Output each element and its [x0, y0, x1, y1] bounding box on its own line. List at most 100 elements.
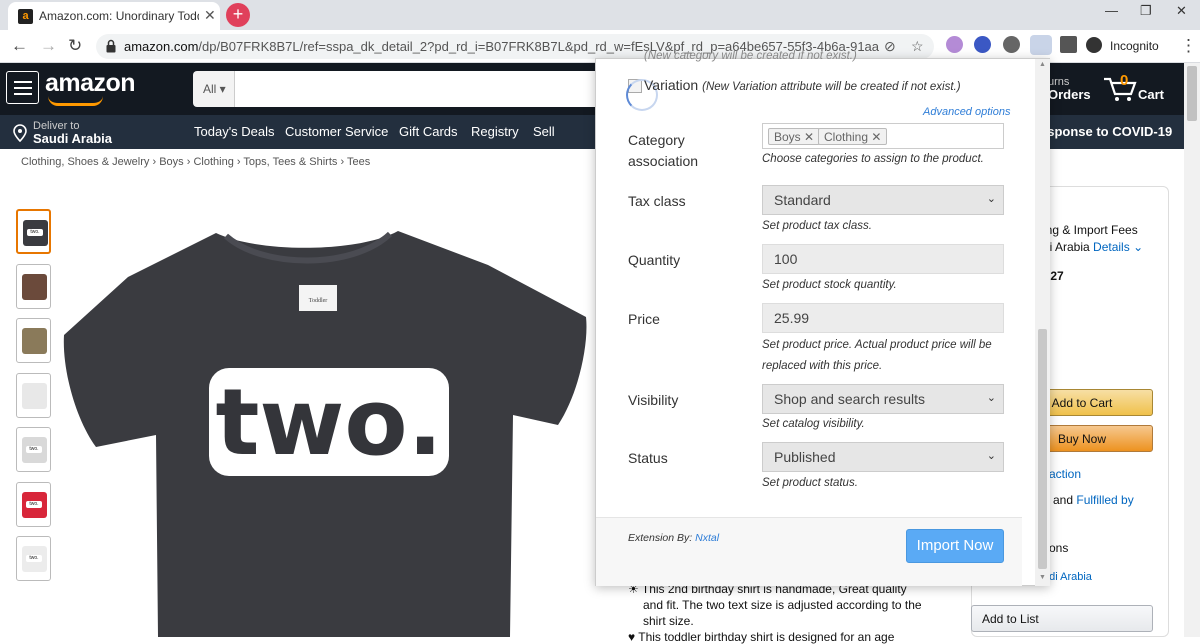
add-to-list-button[interactable]: Add to List [971, 605, 1153, 632]
breadcrumb-item[interactable]: Clothing, Shoes & Jewelry [21, 156, 149, 168]
product-thumbnail[interactable]: two. [16, 536, 51, 581]
product-thumbnail[interactable]: two. [16, 482, 51, 527]
extension-author-link[interactable]: Nxtal [695, 532, 719, 544]
tax-class-label: Tax class [628, 193, 686, 209]
scroll-down-arrow-icon[interactable]: ▼ [1039, 574, 1046, 581]
page-scrollbar-thumb[interactable] [1187, 66, 1197, 121]
cart-label[interactable]: Cart [1138, 87, 1164, 102]
category-tag[interactable]: Boys ✕ [768, 128, 821, 145]
search-input[interactable] [235, 71, 615, 107]
fulfilled-text: and Fulfilled by [1053, 493, 1134, 507]
quantity-field[interactable]: 100 [762, 244, 1004, 274]
back-arrow-icon[interactable]: ← [11, 36, 28, 56]
shirt-tag-label: Toddler [309, 298, 328, 304]
tracking-blocked-icon[interactable]: ⊘ [884, 38, 896, 55]
nav-customer-service[interactable]: Customer Service [285, 124, 388, 139]
deliver-country[interactable]: Saudi Arabia [33, 131, 112, 146]
details-link[interactable]: Details [1093, 240, 1130, 254]
quantity-value: 100 [774, 251, 798, 267]
tax-class-select[interactable]: Standard ⌄ [762, 185, 1004, 215]
nav-gift-cards[interactable]: Gift Cards [399, 124, 458, 139]
breadcrumb-separator: › [186, 156, 191, 168]
shirt-print-text: two. [215, 369, 442, 476]
breadcrumb-separator: › [340, 156, 345, 168]
new-tab-button[interactable]: + [226, 3, 250, 27]
bookmark-star-icon[interactable]: ☆ [911, 38, 924, 55]
status-value: Published [774, 449, 836, 465]
nav-registry[interactable]: Registry [471, 124, 519, 139]
status-select[interactable]: Published ⌄ [762, 442, 1004, 472]
import-now-button[interactable]: Import Now [906, 529, 1004, 563]
cart-count: 0 [1120, 72, 1129, 89]
product-thumbnail[interactable] [16, 318, 51, 363]
category-tag[interactable]: Clothing ✕ [818, 128, 888, 145]
category-tag-label: Clothing [824, 130, 869, 144]
nav-todays-deals[interactable]: Today's Deals [194, 124, 275, 139]
price-field[interactable]: 25.99 [762, 303, 1004, 333]
search-category-select[interactable]: All ▾ [193, 71, 235, 107]
nav-sell[interactable]: Sell [533, 124, 555, 139]
puzzle-extensions-icon[interactable] [1060, 36, 1077, 53]
category-tag-label: Boys [774, 130, 801, 144]
footer-divider [596, 517, 1022, 518]
orders-label[interactable]: Orders [1048, 87, 1091, 102]
status-label: Status [628, 450, 668, 466]
url-domain: amazon.com [124, 39, 199, 54]
category-label-line: association [628, 153, 699, 169]
breadcrumb-separator: › [152, 156, 157, 168]
breadcrumb-item[interactable]: Tees [347, 156, 370, 168]
covid-banner[interactable]: esponse to COVID-19 [1040, 124, 1172, 139]
visibility-select[interactable]: Shop and search results ⌄ [762, 384, 1004, 414]
advanced-options-link[interactable]: Advanced options [923, 106, 1010, 118]
breadcrumb-item[interactable]: Boys [159, 156, 183, 168]
close-window-button[interactable]: ✕ [1176, 3, 1187, 19]
bullet-text: shirt size. [643, 614, 694, 628]
product-thumbnail[interactable]: two. [16, 427, 51, 472]
reload-icon[interactable]: ↻ [68, 36, 82, 56]
product-thumbnail[interactable] [16, 373, 51, 418]
breadcrumb-item[interactable]: Tops, Tees & Shirts [243, 156, 337, 168]
browser-tab-strip: a Amazon.com: Unordinary Toddler ✕ + — ❐… [0, 0, 1200, 30]
importer-extension-icon[interactable] [1030, 35, 1052, 55]
menu-hamburger-icon[interactable] [6, 71, 39, 104]
product-thumbnail[interactable]: two. [16, 209, 51, 254]
search-category-label: All [203, 82, 217, 96]
location-pin-icon [13, 124, 27, 142]
browser-tab-active[interactable]: a Amazon.com: Unordinary Toddler ✕ [8, 2, 220, 30]
scroll-up-arrow-icon[interactable]: ▲ [1039, 61, 1046, 68]
quantity-label: Quantity [628, 252, 681, 268]
tax-class-help: Set product tax class. [762, 220, 872, 232]
tag-remove-icon[interactable]: ✕ [804, 130, 814, 144]
popup-scrollbar-thumb[interactable] [1038, 329, 1047, 569]
thumbnail-print-label: two. [26, 501, 42, 508]
blue-extension-icon[interactable] [974, 36, 991, 53]
product-image[interactable]: Toddler two. [58, 225, 593, 637]
country-text: di Arabia [1043, 240, 1090, 254]
category-tags-input[interactable]: Boys ✕ Clothing ✕ [762, 123, 1004, 149]
restore-window-button[interactable]: ❐ [1140, 3, 1152, 19]
amazon-logo[interactable]: amazon [45, 69, 136, 98]
breadcrumb-separator: › [236, 156, 241, 168]
chevron-down-icon: ⌄ [986, 450, 996, 462]
variation-note: (New Variation attribute will be created… [702, 81, 961, 93]
breadcrumb-item[interactable]: Clothing [193, 156, 233, 168]
fulfilled-by-link[interactable]: Fulfilled by [1076, 493, 1133, 507]
bullet-text: ♥ This toddler birthday shirt is designe… [628, 630, 895, 644]
country-link[interactable]: udi Arabia [1043, 571, 1092, 583]
product-thumbnail[interactable] [16, 264, 51, 309]
minimize-window-button[interactable]: — [1105, 3, 1118, 18]
thumbnail-shirt-icon [22, 328, 47, 354]
add-to-list-label: Add to List [982, 612, 1039, 626]
lightning-extension-icon[interactable] [1003, 36, 1020, 53]
feather-extension-icon[interactable] [946, 36, 963, 53]
tab-title: Amazon.com: Unordinary Toddler [39, 9, 199, 23]
forward-arrow-icon[interactable]: → [40, 36, 57, 56]
browser-menu-icon[interactable]: ⋮ [1180, 36, 1197, 56]
bullet-text: and fit. The two text size is adjusted a… [643, 598, 922, 612]
page-scrollbar[interactable] [1184, 63, 1200, 637]
price-label: Price [628, 311, 660, 327]
tab-close-icon[interactable]: ✕ [204, 7, 216, 24]
details-caret-icon[interactable]: ⌄ [1133, 240, 1143, 254]
add-to-cart-label: Add to Cart [1051, 396, 1113, 410]
tag-remove-icon[interactable]: ✕ [871, 130, 881, 144]
